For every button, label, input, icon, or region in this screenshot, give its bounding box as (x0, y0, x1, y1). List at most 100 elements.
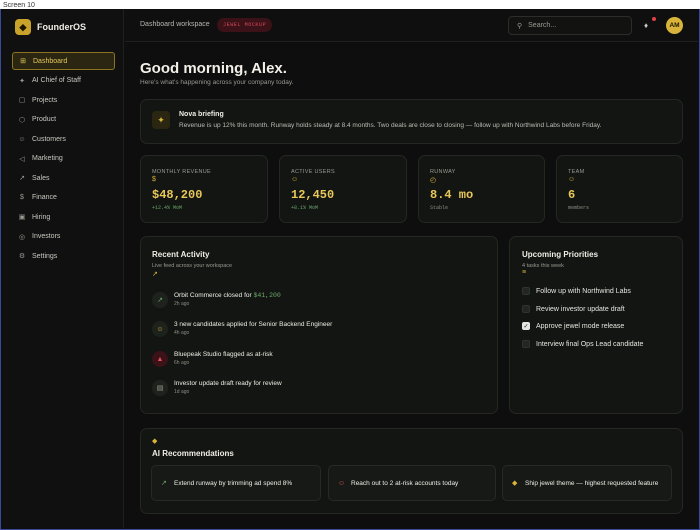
folder-icon: ▢ (18, 97, 26, 104)
window-strip-label: Screen 10 (3, 2, 35, 9)
priority-item[interactable]: Follow up with Northwind Labs (522, 285, 631, 297)
sidebar-item-finance[interactable]: $ Finance (12, 189, 115, 207)
priorities-card: Upcoming Priorities 4 tasks this week ≡ … (509, 236, 683, 414)
pulse-icon: ↗ (152, 271, 158, 278)
recent-activity-card: Recent Activity Live feed across your wo… (140, 236, 498, 414)
recommendation-text: Reach out to 2 at-risk accounts today (351, 479, 459, 487)
activity-text-main: 3 new candidates applied for Senior Back… (174, 321, 333, 328)
activity-item[interactable]: ▲ Bluepeak Studio flagged as at-risk 6h ag… (152, 351, 482, 373)
metric-value: 8.4 mo (430, 188, 474, 202)
priority-checkbox[interactable] (522, 305, 530, 313)
sparkle-icon: ✦ (19, 77, 25, 85)
sidebar-item-settings[interactable]: ⚙ Settings (12, 247, 115, 265)
recommendation-text: Ship jewel theme — highest requested fea… (525, 479, 659, 487)
brand[interactable]: ◆ FounderOS (15, 17, 86, 37)
sidebar-item-label: Hiring (32, 213, 51, 221)
priority-item[interactable]: Review investor update draft (522, 303, 625, 315)
sidebar-item-label: Projects (32, 96, 58, 104)
metric-label: MONTHLY REVENUE (152, 169, 212, 175)
sidebar-item-label: Finance (32, 194, 57, 201)
sidebar-item-hiring[interactable]: ▣ Hiring (12, 208, 115, 226)
metric-delta: Stable (430, 205, 449, 211)
briefcase-icon: ▣ (18, 214, 26, 221)
priority-item[interactable]: Interview final Ops Lead candidate (522, 338, 643, 350)
sidebar-item-label: Dashboard (33, 57, 68, 65)
sidebar-item-label: Settings (32, 252, 58, 260)
sidebar-item-dashboard[interactable]: ⊞ Dashboard (12, 52, 115, 70)
sidebar-item-sales[interactable]: ↗ Sales (12, 169, 115, 187)
activity-amount: $41,200 (253, 292, 281, 299)
gem-icon: ◆ (512, 480, 518, 487)
sidebar-item-label: AI Chief of Staff (32, 77, 81, 84)
priority-label: Approve jewel mode release (536, 322, 625, 330)
search-placeholder: Search... (528, 22, 557, 29)
activity-icon: ↗ (152, 292, 168, 308)
sidebar-item-label: Sales (32, 174, 50, 182)
activity-title: Recent Activity (152, 250, 210, 259)
metric-card: RUNWAY ◴ 8.4 mo Stable (418, 155, 545, 223)
metric-icon: $ (152, 176, 156, 183)
sidebar: ◆ FounderOS ⊞ Dashboard ✦ AI Chief of Staff… (2, 9, 124, 528)
sidebar-item-investors[interactable]: ◎ Investors (12, 228, 115, 246)
recommendations-title: AI Recommendations (152, 449, 234, 458)
sidebar-item-projects[interactable]: ▢ Projects (12, 91, 115, 109)
nova-briefing-card: ✦ Nova briefing Revenue is up 12% this m… (140, 99, 683, 144)
bell-icon[interactable]: ♦ (644, 21, 648, 30)
search-icon: ⚲ (517, 22, 523, 30)
search-input[interactable]: ⚲ Search... (508, 16, 632, 35)
activity-item[interactable]: ↗ Orbit Commerce closed for $41,200 2h ago (152, 292, 482, 314)
sidebar-item-product[interactable]: ⬡ Product (12, 111, 115, 129)
priority-label: Follow up with Northwind Labs (536, 287, 631, 295)
sidebar-item-ai-chief-of-staff[interactable]: ✦ AI Chief of Staff (12, 72, 115, 90)
sidebar-item-label: Marketing (32, 155, 63, 162)
activity-text: Orbit Commerce closed for $41,200 (174, 292, 281, 299)
priority-item[interactable]: ✓ Approve jewel mode release (522, 320, 624, 332)
recommendation-item[interactable]: ↗ Extend runway by trimming ad spend 8% (151, 465, 321, 501)
activity-item[interactable]: ▤ Investor update draft ready for review 1… (152, 380, 482, 402)
investors-icon: ◎ (18, 233, 26, 241)
metric-label: TEAM (568, 169, 585, 175)
metric-icon: ☺ (291, 176, 299, 183)
metric-card: TEAM ☺ 6 members (556, 155, 683, 223)
page-subtitle: Here's what's happening across your comp… (140, 79, 294, 86)
metric-delta: members (568, 205, 590, 211)
metric-icon: ◴ (430, 177, 437, 184)
recommendation-text: Extend runway by trimming ad spend 8% (174, 479, 293, 487)
dollar-icon: $ (20, 194, 24, 201)
metric-card: ACTIVE USERS ☺ 12,450 +8.1% MoM (279, 155, 407, 223)
priority-checkbox[interactable]: ✓ (522, 322, 530, 330)
page-title: Good morning, Alex. (140, 60, 287, 77)
activity-time: 2h ago (174, 301, 190, 307)
ai-recommendations-card: ◆ AI Recommendations ↗ Extend runway by t… (140, 428, 683, 514)
activity-icon: ▤ (152, 380, 168, 396)
priority-checkbox[interactable] (522, 287, 530, 295)
sidebar-nav: ⊞ Dashboard ✦ AI Chief of Staff ▢ Projects ⬡ Pr… (12, 52, 115, 267)
activity-time: 6h ago (174, 360, 190, 366)
sidebar-item-marketing[interactable]: ◁ Marketing (12, 150, 115, 168)
status-badge: JEWEL MOCKUP (217, 18, 273, 32)
recommendation-item[interactable]: ☺ Reach out to 2 at-risk accounts today (328, 465, 496, 501)
metric-label: RUNWAY (430, 169, 456, 175)
sidebar-item-label: Investors (32, 233, 61, 240)
priority-label: Review investor update draft (536, 305, 625, 313)
metric-delta: +8.1% MoM (291, 205, 319, 211)
activity-text-main: Orbit Commerce closed for (174, 292, 254, 299)
metric-value: 6 (568, 188, 576, 202)
users-icon: ☺ (18, 135, 26, 143)
avatar[interactable]: AM (666, 17, 683, 34)
activity-icon: ☺ (152, 321, 168, 337)
activity-subtitle: Live feed across your workspace (152, 263, 233, 269)
sidebar-item-customers[interactable]: ☺ Customers (12, 130, 115, 148)
metric-value: $48,200 (152, 188, 203, 202)
activity-item[interactable]: ☺ 3 new candidates applied for Senior Bac… (152, 321, 482, 343)
activity-text: Investor update draft ready for review (174, 380, 282, 387)
metric-card: MONTHLY REVENUE $ $48,200 +12.4% MoM (140, 155, 268, 223)
trend-icon: ↗ (161, 480, 167, 487)
recommendation-item[interactable]: ◆ Ship jewel theme — highest requested fe… (502, 465, 672, 501)
priority-checkbox[interactable] (522, 340, 530, 348)
box-icon: ⬡ (18, 116, 26, 124)
top-header: Dashboard workspace JEWEL MOCKUP ⚲ Searc… (125, 9, 698, 42)
workspace-label: Dashboard workspace (140, 21, 210, 28)
sidebar-item-label: Customers (32, 135, 66, 143)
users-icon: ☺ (338, 479, 346, 487)
